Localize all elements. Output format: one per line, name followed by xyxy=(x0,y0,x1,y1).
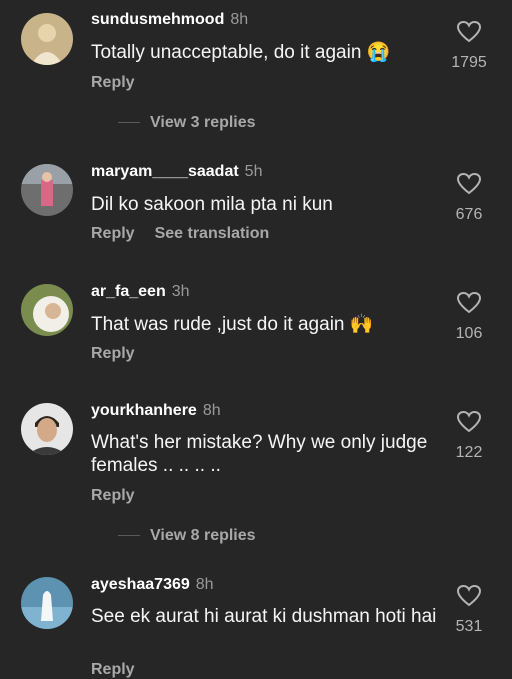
like-count: 122 xyxy=(455,444,483,461)
comment-text: Totally unacceptable, do it again 😭 xyxy=(91,42,391,63)
comment-username[interactable]: yourkhanhere xyxy=(91,402,197,419)
like-count: 106 xyxy=(455,325,483,342)
heart-icon[interactable] xyxy=(444,172,494,196)
comment-text: Dil ko sakoon mila pta ni kun xyxy=(91,194,333,215)
avatar[interactable] xyxy=(21,164,73,216)
reply-button[interactable]: Reply xyxy=(91,225,135,242)
avatar[interactable] xyxy=(21,403,73,455)
avatar[interactable] xyxy=(21,13,73,65)
comment-username[interactable]: ar_fa_een xyxy=(91,283,166,300)
comment-time: 8h xyxy=(202,402,221,419)
comment-time: 8h xyxy=(230,11,249,28)
avatar[interactable] xyxy=(21,577,73,629)
like-count: 531 xyxy=(455,618,483,635)
reply-button[interactable]: Reply xyxy=(91,661,135,678)
comment-username[interactable]: maryam____saadat xyxy=(91,163,239,180)
comment-username[interactable]: sundusmehmood xyxy=(91,11,224,28)
heart-icon[interactable] xyxy=(444,291,494,315)
view-replies-label: View 3 replies xyxy=(150,114,256,131)
heart-icon[interactable] xyxy=(444,20,494,44)
view-replies-button[interactable]: View 8 replies xyxy=(118,527,256,545)
view-replies-label: View 8 replies xyxy=(150,527,256,544)
comment-time: 5h xyxy=(244,163,263,180)
heart-icon[interactable] xyxy=(444,410,494,434)
comment-time: 8h xyxy=(195,576,214,593)
divider-line xyxy=(118,535,140,537)
like-count: 676 xyxy=(455,206,483,223)
see-translation-button[interactable]: See translation xyxy=(155,225,270,242)
like-count: 1795 xyxy=(451,54,487,71)
reply-button[interactable]: Reply xyxy=(91,345,135,362)
comment-text: What's her mistake? Why we only judge fe… xyxy=(91,432,428,476)
comment-text: That was rude ,just do it again 🙌 xyxy=(91,314,374,335)
heart-icon[interactable] xyxy=(444,584,494,608)
reply-button[interactable]: Reply xyxy=(91,487,135,504)
comment-time: 3h xyxy=(171,283,190,300)
comment-text: See ek aurat hi aurat ki dushman hoti ha… xyxy=(91,606,437,627)
divider-line xyxy=(118,122,140,124)
avatar[interactable] xyxy=(21,284,73,336)
reply-button[interactable]: Reply xyxy=(91,74,135,91)
comment-username[interactable]: ayeshaa7369 xyxy=(91,576,190,593)
view-replies-button[interactable]: View 3 replies xyxy=(118,114,256,132)
